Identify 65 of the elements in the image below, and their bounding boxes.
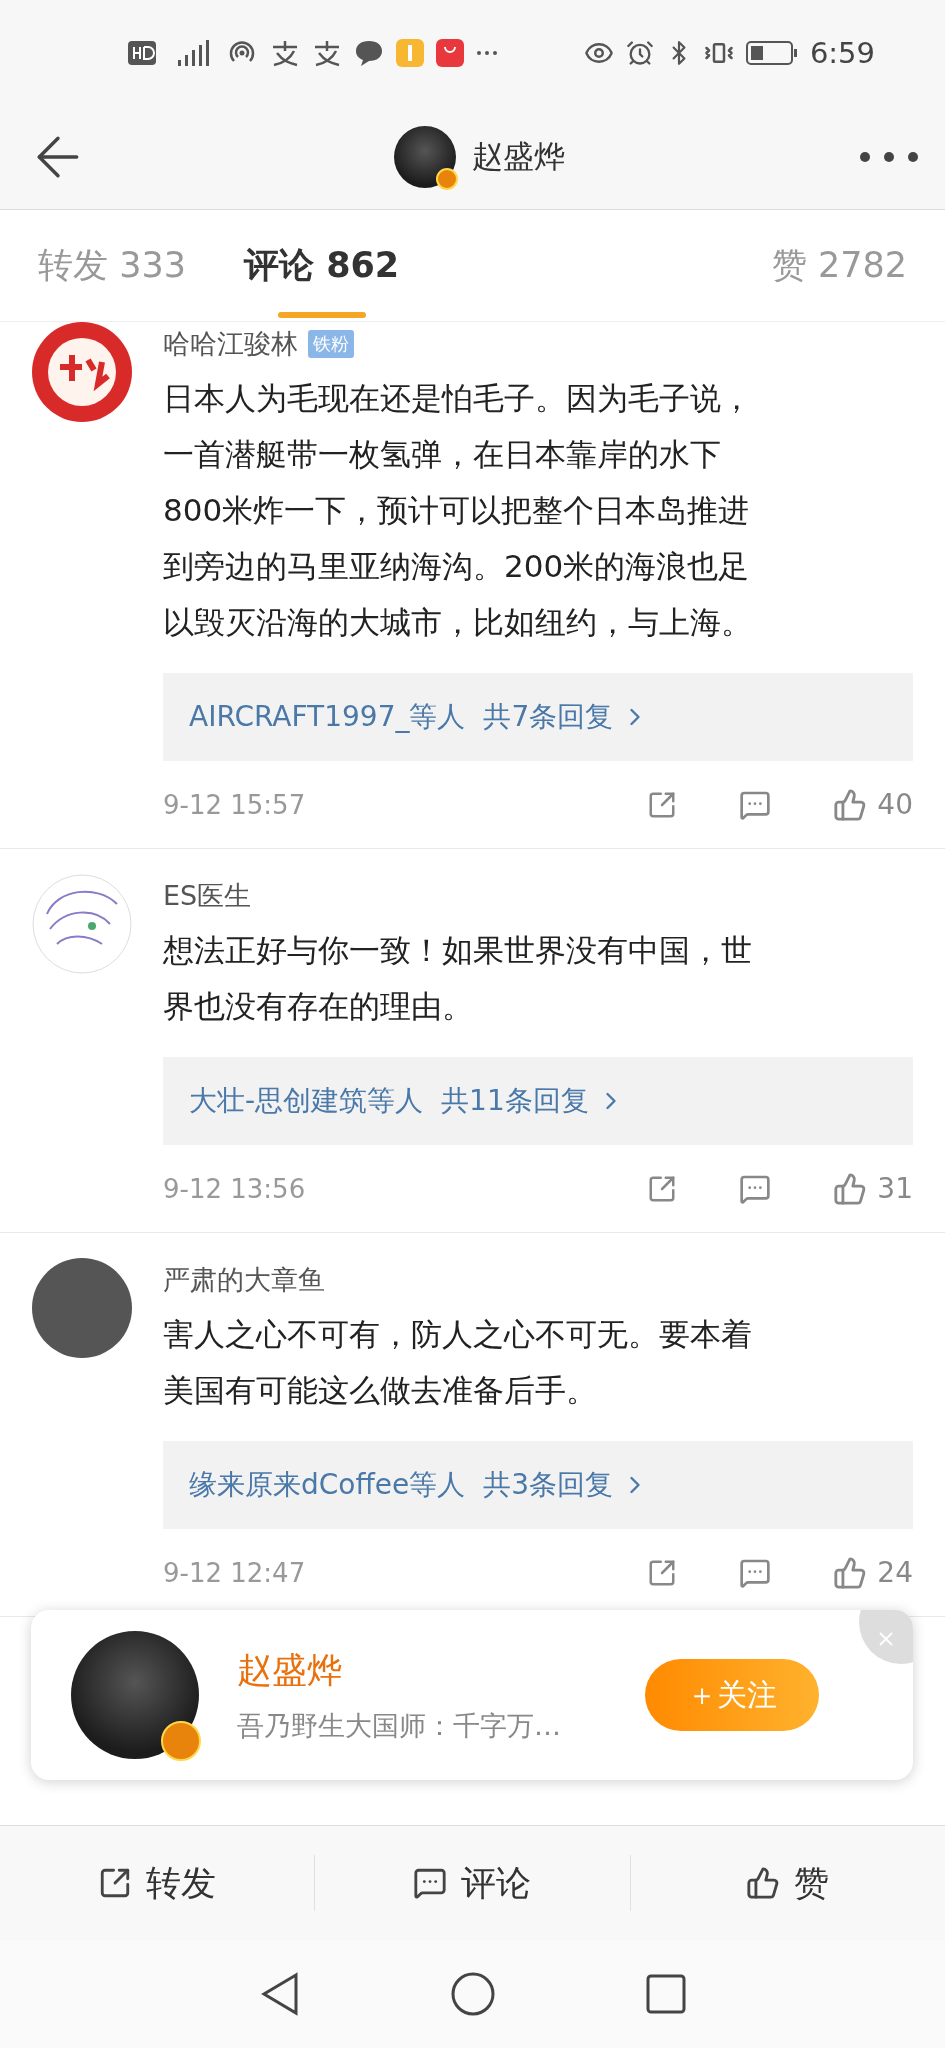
share-icon [647, 789, 678, 820]
share-icon [647, 1173, 678, 1204]
pattern-avatar[interactable] [32, 874, 132, 974]
tab[interactable]: 评论 862 [243, 209, 400, 322]
like-icon [833, 1171, 868, 1206]
comment-text: 界也没有存在的理由。 [163, 987, 474, 1026]
share-button[interactable] [647, 1173, 678, 1204]
bottom-action[interactable]: 赞 [629, 1855, 945, 1911]
reply-count-link[interactable]: 共3条回复 [483, 1466, 650, 1504]
reply-count-link[interactable]: 共7条回复 [483, 698, 650, 736]
user-name[interactable]: 哈哈江骏林 [163, 326, 298, 362]
user-name[interactable]: ES医生 [163, 878, 252, 914]
app-icon [270, 38, 300, 67]
home-nav-icon[interactable] [449, 1971, 496, 2017]
comment-text: 以毁灭沿海的大城市，比如纽约，与上海。 [163, 603, 753, 642]
popup-bio: 吾乃野生大国师：千字万… [237, 1708, 562, 1743]
reply-count-link[interactable]: 共11条回复 [441, 1082, 625, 1120]
hd-icon [128, 40, 156, 65]
share-button[interactable] [647, 789, 678, 820]
status-time: 6:59 [809, 35, 875, 70]
profile-name: 赵盛烨 [472, 137, 565, 176]
comment-time: 9-12 15:57 [163, 789, 307, 820]
like-button[interactable]: 31 [833, 1171, 913, 1206]
comment-text: 到旁边的马里亚纳海沟。200米的海浪也足 [163, 547, 751, 586]
reply-users: 大壮-思创建筑等人 [189, 1083, 424, 1119]
fan-badge: 铁粉 [308, 330, 354, 358]
comment-icon [413, 1866, 448, 1900]
reply-users: AIRCRAFT1997_等人 [189, 699, 466, 735]
bottom-action[interactable]: 转发 [0, 1855, 315, 1911]
bottom-action[interactable]: 评论 [314, 1855, 630, 1911]
more-icon [476, 49, 498, 56]
comment-text: 想法正好与你一致！如果世界没有中国，世 [163, 931, 753, 970]
more-icon[interactable] [859, 151, 919, 163]
recents-nav-icon[interactable] [645, 1974, 686, 2014]
alarm-icon [625, 38, 654, 67]
replies-panel[interactable]: 缘来原来dCoffee等人 共3条回复 [163, 1441, 913, 1529]
like-icon [746, 1866, 781, 1900]
comment-time: 9-12 13:56 [163, 1173, 307, 1204]
comment-time: 9-12 12:47 [163, 1557, 307, 1588]
tab[interactable]: 赞 2782 [771, 209, 907, 322]
app-icon [312, 38, 342, 67]
app-icon [396, 38, 424, 67]
like-button[interactable]: 24 [833, 1555, 913, 1590]
comment-text: 日本人为毛现在还是怕毛子。因为毛子说， [163, 379, 753, 418]
comment-text: 害人之心不可有，防人之心不可无。要本着 [163, 1315, 753, 1354]
comment-text: 美国有可能这么做去准备后手。 [163, 1371, 598, 1410]
replies-panel[interactable]: AIRCRAFT1997_等人 共7条回复 [163, 673, 913, 761]
like-icon [833, 1555, 868, 1590]
follow-button[interactable]: ＋关注 [645, 1659, 819, 1731]
like-icon [833, 787, 868, 822]
shopping-bag-icon [436, 38, 464, 67]
user-name[interactable]: 严肃的大章鱼 [163, 1262, 325, 1298]
back-nav-icon[interactable] [259, 1972, 300, 2016]
comment-text: 一首潜艇带一枚氢弹，在日本靠岸的水下 [163, 435, 722, 474]
battery-icon [745, 39, 798, 66]
popup-name[interactable]: 赵盛烨 [237, 1646, 645, 1694]
chat-bubble-icon [354, 38, 384, 67]
replies-panel[interactable]: 大壮-思创建筑等人 共11条回复 [163, 1057, 913, 1145]
tab[interactable]: 转发 333 [38, 209, 186, 322]
like-button[interactable]: 40 [833, 787, 913, 822]
comment-text: 800米炸一下，预计可以把整个日本岛推进 [163, 491, 751, 530]
logo-avatar[interactable] [32, 322, 132, 422]
share-button[interactable] [647, 1557, 678, 1588]
reply-users: 缘来原来dCoffee等人 [189, 1467, 466, 1503]
share-icon [647, 1557, 678, 1588]
